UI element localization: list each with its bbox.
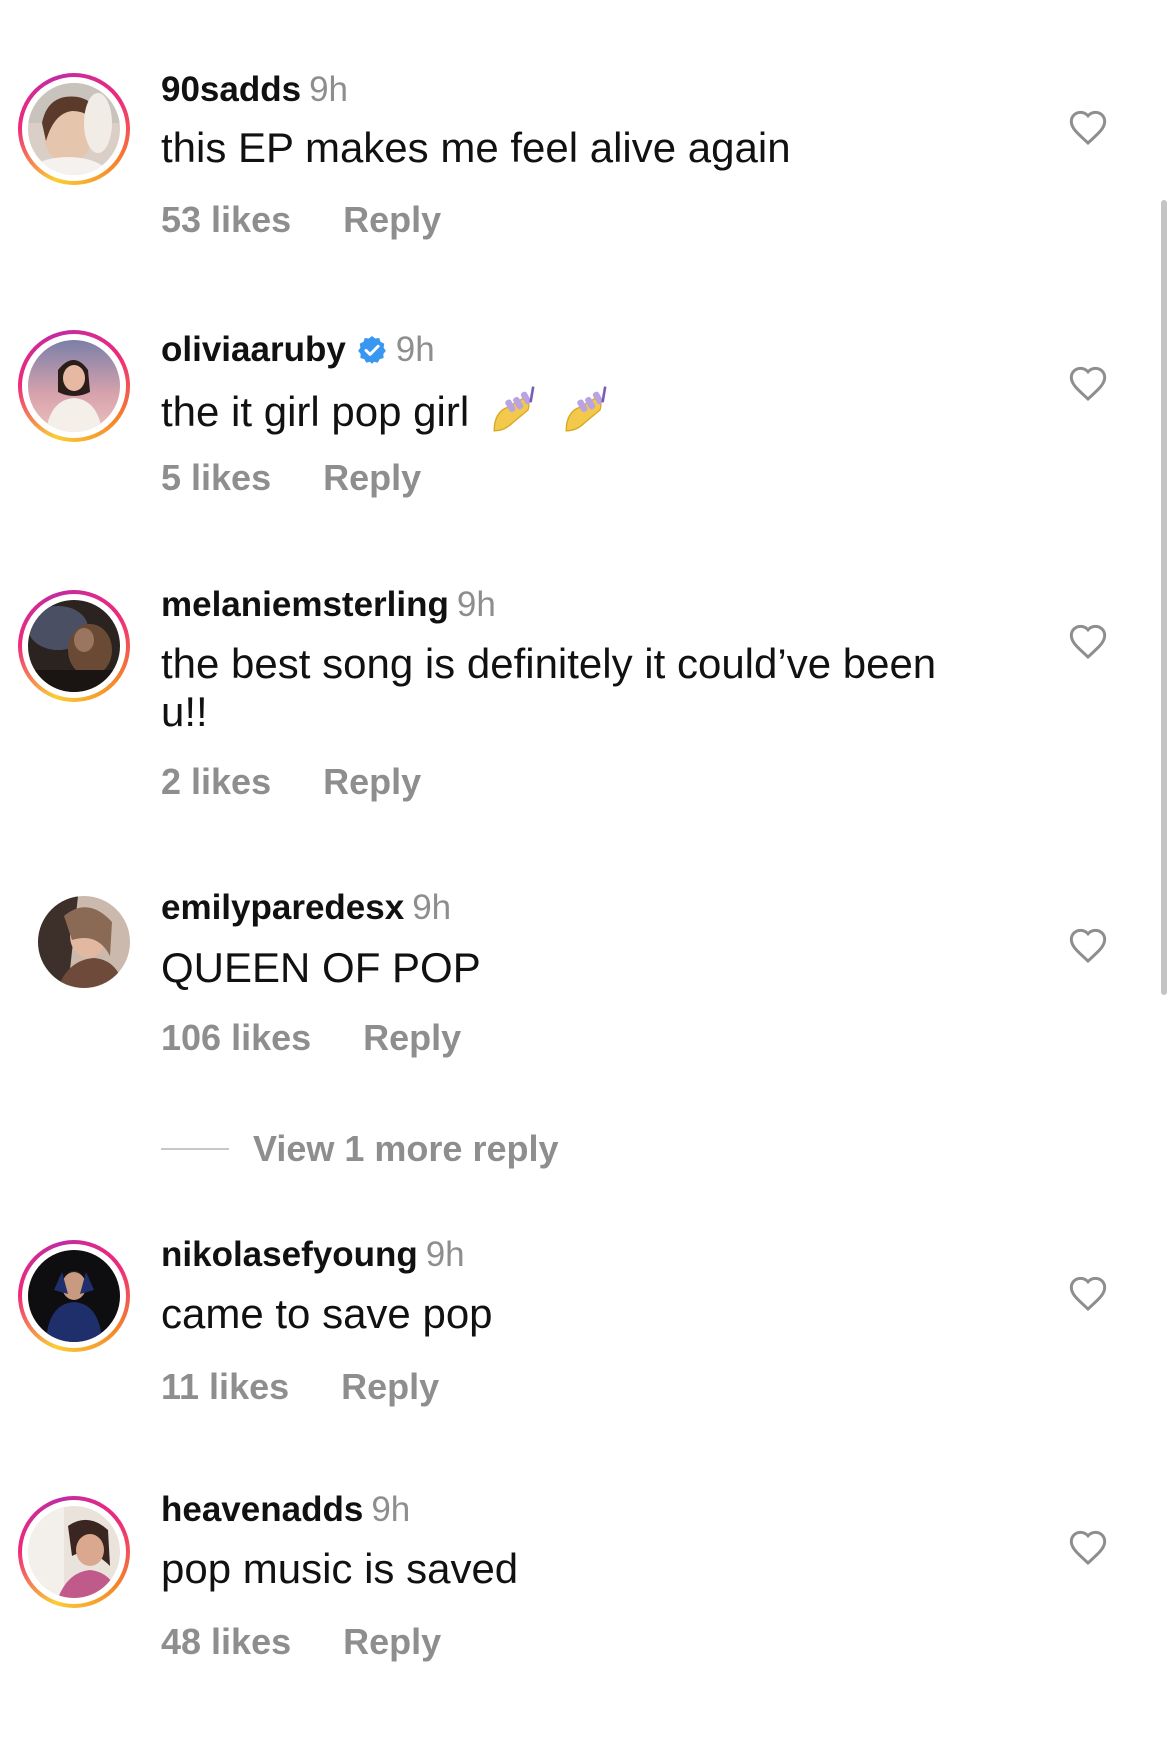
heart-icon[interactable] [1068,1528,1108,1568]
heart-icon[interactable] [1068,1274,1108,1314]
heart-icon[interactable] [1068,622,1108,662]
avatar [28,600,120,692]
comment-header: emilyparedesx 9h [161,886,451,930]
comment-meta: 5 likes Reply [161,456,421,500]
view-more-replies-button[interactable]: View 1 more reply [161,1128,559,1178]
username[interactable]: nikolasefyoung [161,1235,418,1274]
timestamp: 9h [412,888,452,927]
reply-button[interactable]: Reply [323,761,421,802]
nail-polish-icon [493,386,535,432]
avatar-story-ring[interactable] [18,1240,130,1352]
comment-header: nikolasefyoung 9h [161,1233,465,1277]
comment-header: oliviaaruby 9h [161,328,435,372]
timestamp: 9h [395,330,435,369]
comment-meta: 48 likes Reply [161,1620,441,1664]
likes-count[interactable]: 2 likes [161,761,271,802]
reply-button[interactable]: Reply [343,199,441,240]
avatar [38,896,130,988]
comment-text: QUEEN OF POP [161,944,481,991]
heart-icon[interactable] [1068,364,1108,404]
avatar-story-ring[interactable] [18,590,130,702]
reply-button[interactable]: Reply [323,457,421,498]
heart-icon[interactable] [1068,926,1108,966]
comment-meta: 106 likes Reply [161,1016,461,1060]
comment-text: the best song is definitely it could’ve … [161,640,937,735]
avatar-story-ring[interactable] [18,330,130,442]
username[interactable]: 90sadds [161,70,301,109]
username[interactable]: emilyparedesx [161,888,404,927]
comment-text: the it girl pop girl [161,388,470,435]
verified-badge-icon [357,336,386,364]
avatar [28,340,120,432]
likes-count[interactable]: 5 likes [161,457,271,498]
reply-button[interactable]: Reply [343,1621,441,1662]
comment-header: melaniemsterling 9h [161,583,496,627]
comment-text-row: the it girl pop girl [161,384,941,436]
heart-icon[interactable] [1068,108,1108,148]
reply-button[interactable]: Reply [341,1366,439,1407]
timestamp: 9h [456,585,496,624]
comment-text: came to save pop [161,1290,493,1337]
comment-header: heavenadds 9h [161,1488,410,1532]
timestamp: 9h [309,70,349,109]
avatar [28,1506,120,1598]
username[interactable]: melaniemsterling [161,585,449,624]
likes-count[interactable]: 53 likes [161,199,291,240]
avatar-story-ring[interactable] [18,1496,130,1608]
comment-text: this EP makes me feel alive again [161,124,791,171]
comment-header: 90sadds 9h [161,68,348,112]
username[interactable]: oliviaaruby [161,330,346,369]
reply-button[interactable]: Reply [363,1017,461,1058]
scrollbar[interactable] [1161,200,1167,995]
view-more-replies-label: View 1 more reply [253,1128,559,1169]
comment-meta: 53 likes Reply [161,198,441,242]
avatar [28,1250,120,1342]
timestamp: 9h [371,1490,411,1529]
likes-count[interactable]: 11 likes [161,1366,289,1407]
comment-meta: 11 likes Reply [161,1365,439,1409]
username[interactable]: heavenadds [161,1490,363,1529]
timestamp: 9h [425,1235,465,1274]
avatar [28,83,120,175]
nail-polish-icon [565,386,606,432]
comment-text: pop music is saved [161,1545,519,1592]
comment-meta: 2 likes Reply [161,760,421,804]
likes-count[interactable]: 48 likes [161,1621,291,1662]
avatar-container[interactable] [18,876,130,988]
divider-line [161,1148,229,1150]
likes-count[interactable]: 106 likes [161,1017,311,1058]
avatar-story-ring[interactable] [18,73,130,185]
